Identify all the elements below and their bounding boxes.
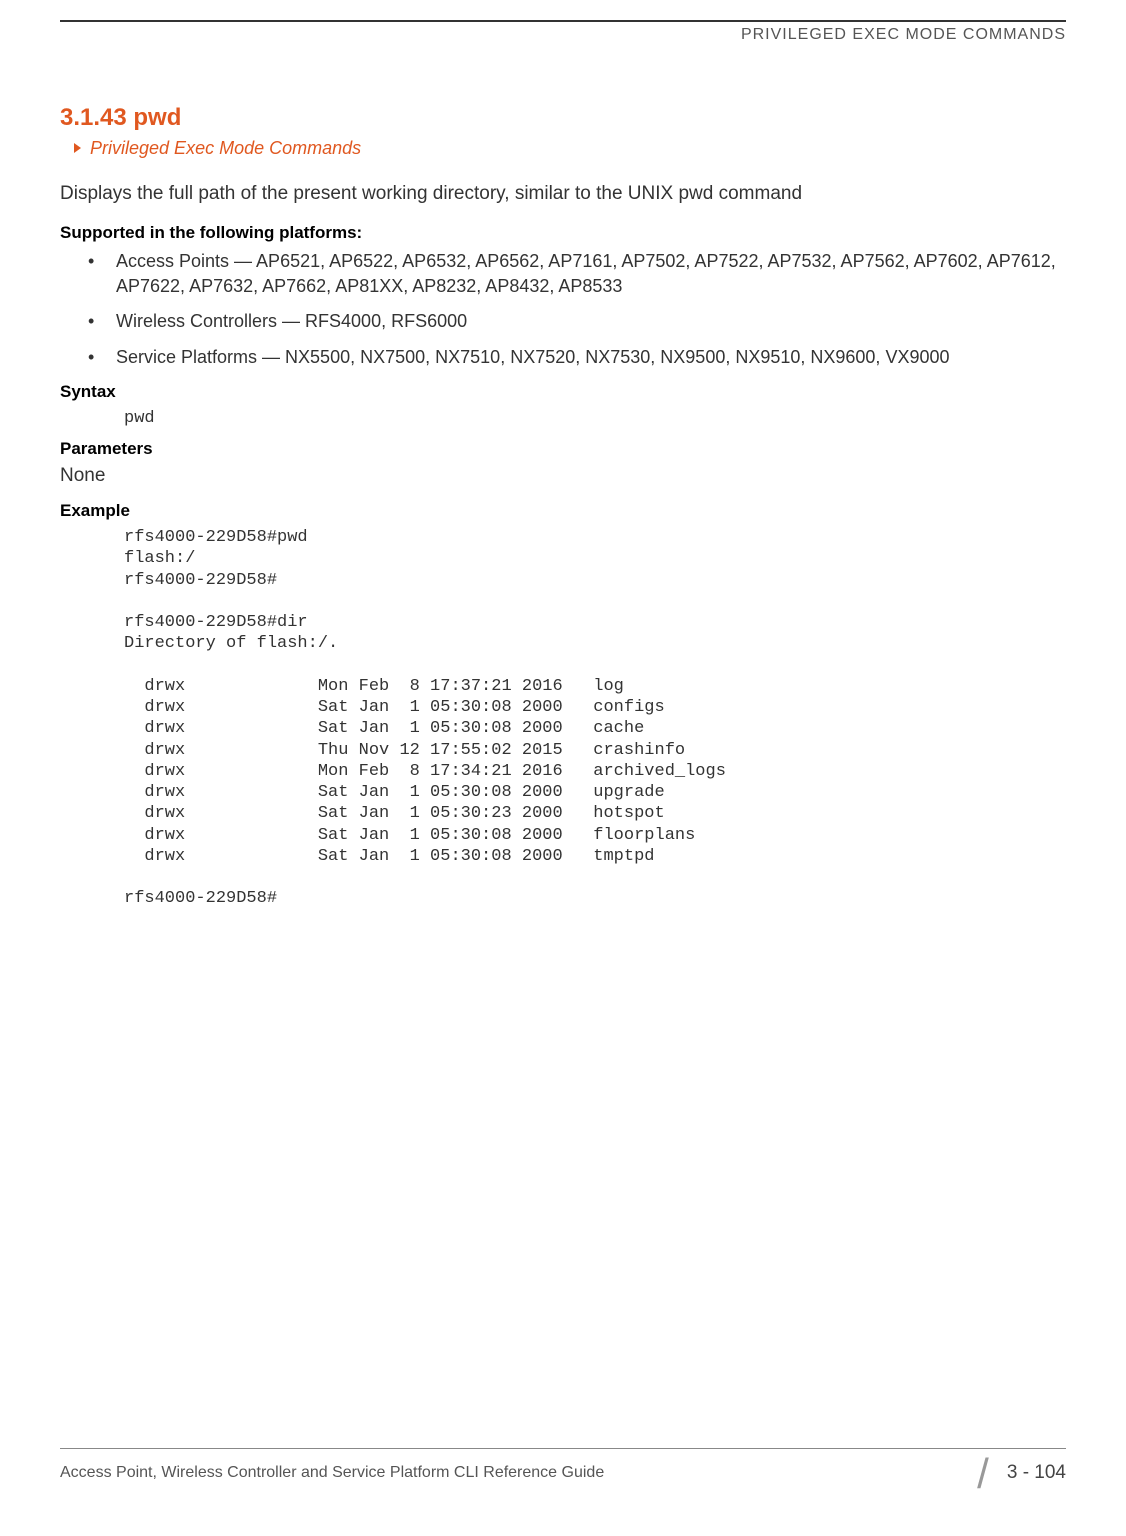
- page-header: PRIVILEGED EXEC MODE COMMANDS: [60, 20, 1066, 44]
- slash-icon: /: [977, 1459, 989, 1488]
- supported-block: Supported in the following platforms: Ac…: [60, 223, 1066, 370]
- list-item: Wireless Controllers — RFS4000, RFS6000: [116, 309, 1066, 334]
- list-item: Access Points — AP6521, AP6522, AP6532, …: [116, 249, 1066, 299]
- example-label: Example: [60, 501, 1066, 521]
- page-content: 3.1.43 pwd Privileged Exec Mode Commands…: [60, 44, 1066, 910]
- page-number: 3 - 104: [1007, 1462, 1066, 1484]
- example-code: rfs4000-229D58#pwd flash:/ rfs4000-229D5…: [124, 527, 1066, 910]
- supported-list: Access Points — AP6521, AP6522, AP6532, …: [60, 249, 1066, 370]
- breadcrumb-text: Privileged Exec Mode Commands: [90, 138, 361, 158]
- example-block: Example rfs4000-229D58#pwd flash:/ rfs40…: [60, 501, 1066, 910]
- list-item: Service Platforms — NX5500, NX7500, NX75…: [116, 345, 1066, 370]
- syntax-label: Syntax: [60, 382, 1066, 402]
- breadcrumb[interactable]: Privileged Exec Mode Commands: [74, 138, 1066, 159]
- syntax-block: Syntax pwd: [60, 382, 1066, 429]
- footer-right: / 3 - 104: [977, 1459, 1066, 1488]
- header-title: PRIVILEGED EXEC MODE COMMANDS: [741, 26, 1066, 43]
- page-footer: Access Point, Wireless Controller and Se…: [60, 1448, 1066, 1488]
- syntax-code: pwd: [124, 408, 1066, 429]
- parameters-label: Parameters: [60, 439, 1066, 459]
- triangle-icon: [74, 143, 81, 153]
- section-heading: 3.1.43 pwd: [60, 104, 1066, 132]
- footer-left: Access Point, Wireless Controller and Se…: [60, 1464, 604, 1482]
- parameters-block: Parameters None: [60, 439, 1066, 487]
- supported-label: Supported in the following platforms:: [60, 223, 1066, 243]
- section-description: Displays the full path of the present wo…: [60, 183, 1066, 205]
- parameters-value: None: [60, 465, 1066, 487]
